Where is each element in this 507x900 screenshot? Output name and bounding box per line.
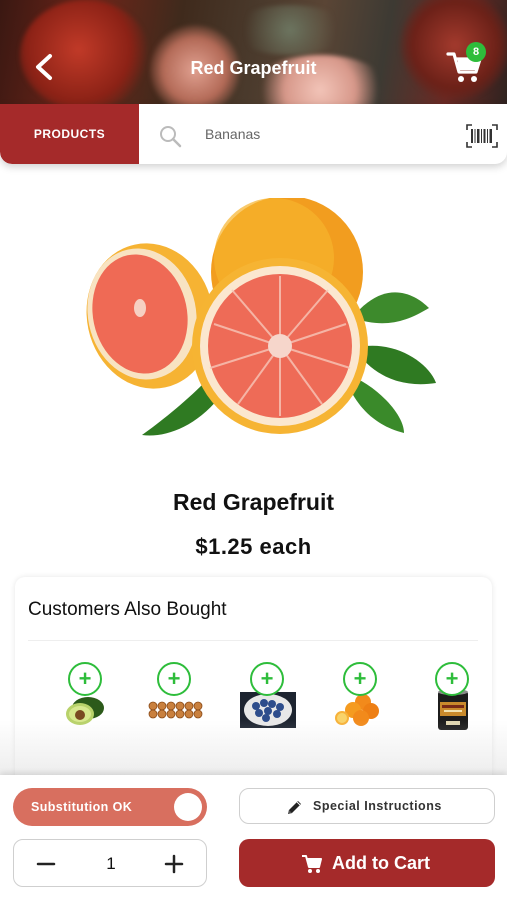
bottom-action-bar: Substitution OK Special Instructions 1 A… xyxy=(0,775,507,900)
add-item-button[interactable]: + xyxy=(343,662,377,696)
add-item-button[interactable]: + xyxy=(250,662,284,696)
substitution-toggle[interactable]: Substitution OK xyxy=(13,788,207,826)
toggle-knob xyxy=(174,793,202,821)
product-name: Red Grapefruit xyxy=(172,489,335,515)
add-to-cart-button[interactable]: Add to Cart xyxy=(239,839,495,887)
quantity-stepper: 1 xyxy=(13,839,207,887)
shopping-cart-icon xyxy=(302,855,322,873)
products-tab[interactable]: PRODUCTS xyxy=(0,104,139,164)
product-price: $1.25 each xyxy=(195,534,312,559)
page-title: Red Grapefruit xyxy=(190,58,317,78)
grapefruit-image xyxy=(86,198,436,436)
add-item-button[interactable]: + xyxy=(157,662,191,696)
scroll-fade xyxy=(0,720,507,780)
special-instructions-button[interactable]: Special Instructions xyxy=(239,788,495,824)
substitution-label: Substitution OK xyxy=(31,800,133,814)
search-input[interactable] xyxy=(196,120,446,148)
search-bar: PRODUCTS xyxy=(0,104,507,164)
header: Red Grapefruit 8 xyxy=(0,0,507,104)
special-instructions-label: Special Instructions xyxy=(313,799,442,813)
plus-icon[interactable] xyxy=(162,852,186,876)
pencil-icon xyxy=(288,801,301,814)
search-icon xyxy=(160,126,182,148)
minus-icon[interactable] xyxy=(34,852,58,876)
cart-count-badge: 8 xyxy=(466,42,486,62)
divider xyxy=(28,640,478,641)
add-item-button[interactable]: + xyxy=(68,662,102,696)
quantity-value: 1 xyxy=(106,854,116,873)
barcode-icon[interactable] xyxy=(466,124,498,148)
add-item-button[interactable]: + xyxy=(435,662,469,696)
add-to-cart-label: Add to Cart xyxy=(332,853,430,873)
also-bought-title: Customers Also Bought xyxy=(28,599,227,620)
product-detail-screen: Red Grapefruit 8 PRODUCTS Bananas Red Gr… xyxy=(0,0,507,900)
